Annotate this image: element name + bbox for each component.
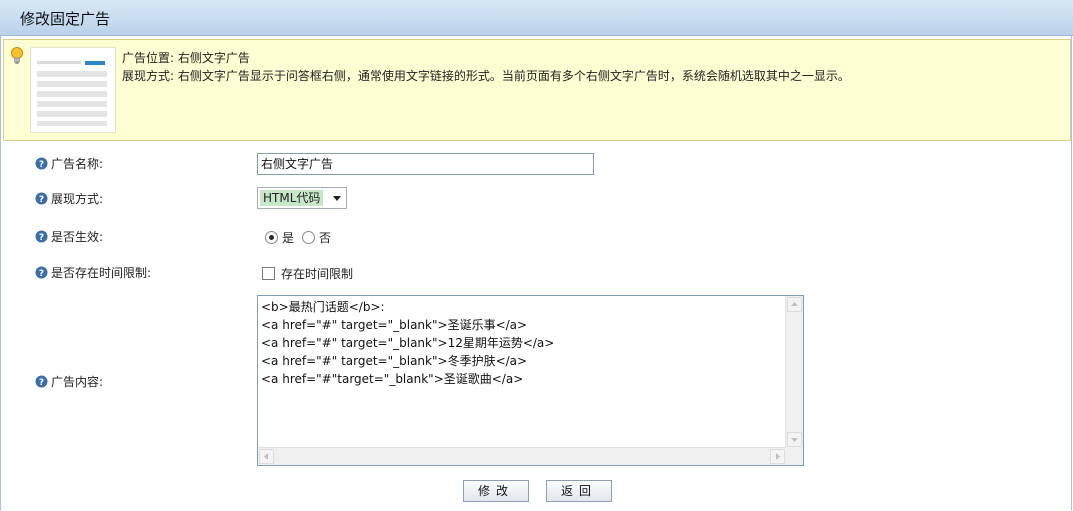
- display-type-label-text: 展现方式:: [51, 192, 104, 206]
- horizontal-scrollbar[interactable]: [258, 447, 786, 465]
- active-no-radio[interactable]: [302, 231, 316, 244]
- time-limit-checkbox-label[interactable]: 存在时间限制: [281, 267, 353, 281]
- time-limit-label: ? 是否存在时间限制:: [35, 264, 151, 281]
- active-yes-label[interactable]: 是: [282, 231, 294, 245]
- scroll-down-button[interactable]: [787, 432, 802, 447]
- vertical-scrollbar[interactable]: [785, 296, 803, 448]
- svg-text:?: ?: [39, 233, 44, 243]
- lightbulb-icon: [11, 47, 23, 64]
- chevron-down-icon[interactable]: [333, 196, 341, 201]
- code-line: <a href="#" target="_blank">圣诞乐事</a>: [261, 318, 528, 332]
- time-limit-checkbox[interactable]: [262, 267, 275, 280]
- display-type-select[interactable]: HTML代码: [257, 187, 347, 209]
- scroll-left-button[interactable]: [259, 449, 274, 464]
- scroll-corner: [786, 448, 803, 465]
- content-label-text: 广告内容:: [51, 375, 104, 389]
- svg-text:?: ?: [39, 269, 44, 279]
- content-label: ? 广告内容:: [35, 373, 103, 390]
- notice-panel: 广告位置: 右侧文字广告 展现方式: 右侧文字广告显示于问答框右侧，通常使用文字…: [3, 39, 1071, 141]
- ad-position-text: 广告位置: 右侧文字广告: [122, 51, 250, 65]
- title-bar: 修改固定广告: [0, 0, 1073, 36]
- ad-content-code: <b>最热门话题</b>: <a href="#" target="_blank"…: [261, 298, 554, 388]
- help-icon[interactable]: ?: [35, 157, 48, 170]
- active-radio-group: 是否: [265, 229, 331, 246]
- svg-text:?: ?: [39, 160, 44, 170]
- page-title: 修改固定广告: [20, 10, 111, 28]
- active-label: ? 是否生效:: [35, 228, 103, 245]
- scroll-right-button[interactable]: [770, 449, 785, 464]
- ad-content-textarea[interactable]: <b>最热门话题</b>: <a href="#" target="_blank"…: [257, 295, 804, 466]
- active-yes-radio[interactable]: [265, 231, 278, 244]
- help-icon[interactable]: ?: [35, 375, 48, 388]
- help-icon[interactable]: ?: [35, 192, 48, 205]
- code-line: <a href="#" target="_blank">冬季护肤</a>: [261, 354, 528, 368]
- back-button[interactable]: 返回: [546, 480, 612, 502]
- submit-button[interactable]: 修改: [463, 480, 529, 502]
- display-type-value: HTML代码: [260, 190, 324, 206]
- code-line: <b>最热门话题</b>:: [261, 300, 385, 314]
- ad-name-input[interactable]: 右侧文字广告: [257, 153, 594, 175]
- active-no-label[interactable]: 否: [319, 231, 331, 245]
- time-limit-label-text: 是否存在时间限制:: [51, 266, 152, 280]
- code-line: <a href="#" target="_blank">12星期年运势</a>: [261, 336, 555, 350]
- ad-name-label-text: 广告名称:: [51, 157, 104, 171]
- svg-text:?: ?: [39, 195, 44, 205]
- code-line: <a href="#"target="_blank">圣诞歌曲</a>: [261, 372, 524, 386]
- time-limit-option: 存在时间限制: [262, 265, 353, 282]
- help-icon[interactable]: ?: [35, 266, 48, 279]
- ad-display-description: 展现方式: 右侧文字广告显示于问答框右侧，通常使用文字链接的形式。当前页面有多个…: [122, 69, 850, 83]
- scroll-up-button[interactable]: [787, 297, 802, 312]
- ad-name-label: ? 广告名称:: [35, 155, 103, 172]
- ad-preview-thumbnail: [30, 47, 116, 133]
- svg-text:?: ?: [39, 378, 44, 388]
- display-type-label: ? 展现方式:: [35, 190, 103, 207]
- help-icon[interactable]: ?: [35, 230, 48, 243]
- active-label-text: 是否生效:: [51, 230, 104, 244]
